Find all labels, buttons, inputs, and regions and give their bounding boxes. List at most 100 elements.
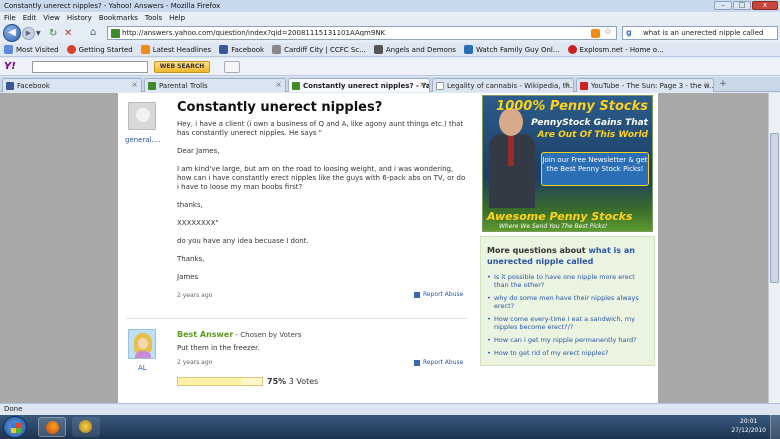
tab-wikipedia[interactable]: Legality of cannabis - Wikipedia, th... … [432, 78, 574, 92]
chosen-by-text: - Chosen by Voters [233, 331, 302, 339]
menu-view[interactable]: View [43, 14, 60, 22]
more-questions-title: More questions about what is an unerecte… [487, 246, 635, 266]
show-desktop-button[interactable] [770, 415, 780, 439]
bookmark-explosm[interactable]: Explosm.net - Home o... [567, 45, 664, 54]
close-tab-icon[interactable]: × [419, 80, 426, 89]
search-bar[interactable]: g what is an unerected nipple called [622, 26, 778, 40]
google-search-engine-icon[interactable]: g [626, 28, 632, 37]
ad-logo: Awesome Penny Stocks [487, 210, 633, 223]
youtube-icon [580, 82, 588, 90]
ad-newsletter-button[interactable]: Join our Free Newsletter & get the Best … [541, 152, 649, 186]
penny-stocks-advertisement[interactable]: 1000% Penny Stocks PennyStock Gains That… [482, 95, 653, 232]
facebook-icon [219, 45, 229, 54]
question-paragraph: thanks, [177, 201, 203, 209]
rss-feed-icon[interactable] [591, 29, 600, 38]
firefox-icon [46, 421, 59, 434]
answerer-username-link[interactable]: AL [138, 364, 147, 372]
answerer-avatar[interactable] [128, 329, 156, 359]
forward-button[interactable]: ▶ [22, 27, 35, 40]
related-question-link[interactable]: why do some men have their nipples alway… [487, 294, 651, 310]
tab-parental-trolls[interactable]: Parental Trolls × [144, 78, 286, 92]
asker-avatar[interactable] [128, 102, 156, 130]
tab-youtube[interactable]: YouTube - The Sun: Page 3 - the w... × [576, 78, 714, 92]
question-paragraph: I am kind've large, but am on the road t… [177, 165, 466, 191]
window-titlebar: Constantly unerect nipples? - Yahoo! Ans… [0, 0, 780, 12]
more-questions-panel: More questions about what is an unerecte… [480, 236, 655, 366]
question-title: Constantly unerect nipples? [177, 100, 383, 115]
back-button[interactable]: ◀ [3, 24, 21, 42]
start-button[interactable] [3, 416, 27, 438]
menu-bookmarks[interactable]: Bookmarks [99, 14, 138, 22]
question-body: Hey, i have a client (i own a business o… [177, 120, 467, 291]
most-visited-icon [4, 45, 13, 54]
question-paragraph: Hey, i have a client (i own a business o… [177, 120, 464, 137]
minimize-button[interactable]: – [714, 1, 732, 10]
menu-edit[interactable]: Edit [23, 14, 37, 22]
tab-facebook[interactable]: Facebook × [2, 78, 142, 92]
answer-body: Put them in the freezer. [177, 344, 260, 352]
related-question-link[interactable]: How to get rid of my erect nipples? [487, 349, 651, 357]
bookmark-cardiff-city[interactable]: Cardiff City | CCFC Sc... [272, 45, 366, 54]
ad-tagline: Where We Send You The Best Picks! [499, 223, 608, 230]
system-clock[interactable]: 20:01 27/12/2010 [731, 417, 766, 435]
report-abuse-link[interactable]: Report Abuse [414, 359, 463, 366]
related-questions-list: Is it possible to have one nipple more e… [487, 273, 651, 362]
ad-businessman-image [487, 104, 535, 208]
menu-tools[interactable]: Tools [145, 14, 162, 22]
menu-help[interactable]: Help [169, 14, 185, 22]
close-tab-icon[interactable]: × [131, 80, 138, 89]
maximize-button[interactable]: □ [733, 1, 751, 10]
question-timestamp: 2 years ago [177, 292, 213, 299]
tab-yahoo-answers[interactable]: Constantly unerect nipples? - Yah... × [288, 78, 430, 92]
close-tab-icon[interactable]: × [563, 80, 570, 89]
bookmark-star-icon[interactable]: ☆ [604, 27, 612, 37]
related-question-link[interactable]: How come every-time I eat a sandwich, my… [487, 315, 651, 331]
forward-arrow-icon: ▶ [25, 29, 32, 37]
close-tab-icon[interactable]: × [703, 80, 710, 89]
bookmark-getting-started[interactable]: Getting Started [66, 45, 133, 54]
asker-username-link[interactable]: general.... [125, 136, 161, 144]
close-tab-icon[interactable]: × [275, 80, 282, 89]
bookmark-facebook[interactable]: Facebook [219, 45, 264, 54]
bookmark-latest-headlines[interactable]: Latest Headlines [140, 45, 211, 54]
yahoo-logo[interactable]: Y! [4, 61, 16, 72]
back-arrow-icon: ◀ [8, 27, 16, 38]
url-bar[interactable]: http://answers.yahoo.com/question/index?… [107, 26, 617, 40]
tv-icon [463, 45, 473, 54]
vote-count: 3 Votes [288, 377, 319, 386]
firefox-icon [66, 45, 76, 54]
related-question-link[interactable]: Is it possible to have one nipple more e… [487, 273, 651, 289]
taskbar-app[interactable] [72, 417, 100, 437]
angels-demons-icon [373, 45, 383, 54]
window-title: Constantly unerect nipples? - Yahoo! Ans… [4, 2, 221, 10]
taskbar-firefox[interactable] [38, 417, 66, 437]
bookmark-family-guy[interactable]: Watch Family Guy Onl... [463, 45, 560, 54]
bookmark-most-visited[interactable]: Most Visited [4, 45, 59, 54]
menu-file[interactable]: File [4, 14, 16, 22]
close-button[interactable]: x [752, 1, 778, 10]
menu-history[interactable]: History [67, 14, 92, 22]
vertical-scrollbar[interactable] [768, 93, 780, 403]
stop-icon[interactable]: ✕ [64, 28, 72, 39]
new-tab-button[interactable]: + [716, 79, 730, 91]
related-question-link[interactable]: How can i get my nipple permanently hard… [487, 336, 651, 344]
home-icon[interactable]: ⌂ [90, 27, 96, 38]
scrollbar-thumb[interactable] [770, 133, 779, 283]
web-search-button[interactable]: WEB SEARCH [154, 61, 210, 73]
wikipedia-icon [436, 82, 444, 90]
yahoo-toolbar-more-icon[interactable] [224, 61, 240, 73]
best-answer-label: Best Answer [177, 330, 234, 339]
reload-icon[interactable]: ↻ [49, 28, 57, 39]
vote-percent: 75% [267, 377, 287, 386]
default-avatar-icon [136, 108, 150, 122]
ad-headline: 1000% Penny Stocks [496, 99, 648, 114]
report-abuse-link[interactable]: Report Abuse [414, 291, 463, 298]
vote-bar-fill [178, 378, 241, 385]
history-dropdown-icon[interactable]: ▼ [36, 30, 41, 37]
section-divider [126, 318, 468, 319]
flag-icon [414, 359, 420, 366]
avatar-body [135, 351, 151, 358]
yahoo-search-input[interactable] [32, 61, 148, 73]
bookmark-angels-and-demons[interactable]: Angels and Demons [373, 45, 456, 54]
ad-tie [508, 136, 514, 166]
